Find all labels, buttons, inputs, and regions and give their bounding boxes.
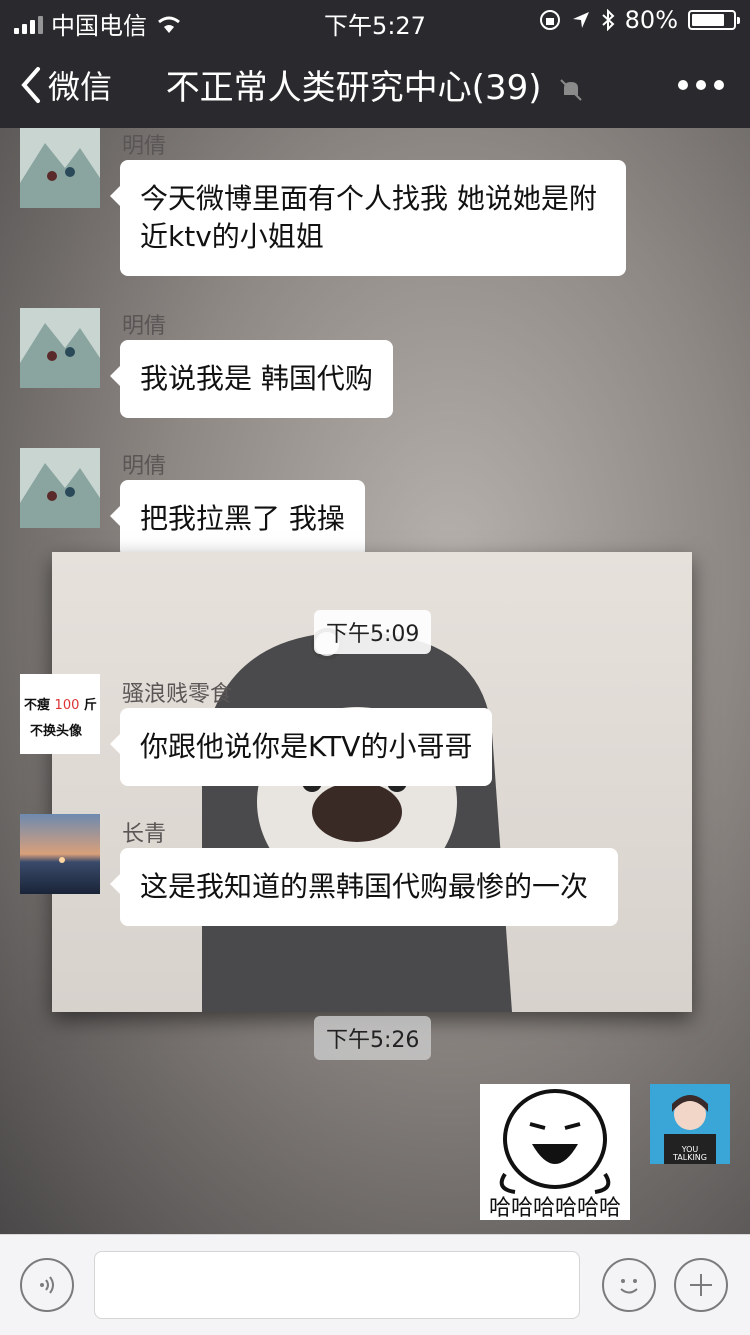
self-avatar[interactable]: YOU TALKING [650, 1084, 730, 1164]
avatar-mingqian[interactable] [20, 128, 100, 208]
voice-button[interactable] [20, 1258, 74, 1312]
sender-name: 明倩 [122, 314, 167, 339]
input-bar [0, 1234, 750, 1335]
chat-title: 不正常人类研究中心(39) [0, 60, 750, 109]
sender-name: 明倩 [122, 134, 167, 159]
message-bubble[interactable]: 这是我知道的黑韩国代购最惨的一次 [110, 848, 618, 926]
avatar-mingqian[interactable] [20, 448, 100, 528]
emoji-button[interactable] [602, 1258, 656, 1312]
message-bubble[interactable]: 我说我是 韩国代购 [110, 340, 393, 418]
status-bar: 中国电信 下午5:27 80% [0, 0, 750, 40]
sticker-caption: 哈哈哈哈哈哈 [488, 1196, 621, 1221]
message-input[interactable] [94, 1251, 580, 1319]
plus-icon [690, 1274, 712, 1296]
more-button[interactable] [678, 80, 724, 90]
avatar-changqing[interactable] [20, 814, 100, 894]
sender-name: 长青 [122, 822, 167, 847]
avatar-text: 斤 [83, 698, 97, 713]
emoji-icon [620, 1279, 638, 1294]
chat-title-text: 不正常人类研究中心(39) [165, 68, 542, 108]
orientation-lock-icon [539, 10, 560, 30]
mute-bell-icon [560, 78, 583, 101]
sender-name: 骚浪贱零食 [122, 682, 233, 707]
nav-bar: 微信 不正常人类研究中心(39) [0, 40, 750, 128]
timestamp-label: 下午5:09 [314, 610, 432, 654]
voice-icon [40, 1276, 54, 1294]
avatar-saolang[interactable]: 不瘦 100 斤 不换头像 [20, 674, 100, 754]
bluetooth-icon [601, 9, 615, 31]
location-icon [572, 12, 589, 28]
avatar-text: 100 [54, 698, 80, 713]
battery-percent: 80% [624, 6, 678, 34]
message-bubble[interactable]: 把我拉黑了 我操 [110, 480, 365, 558]
sticker-image[interactable]: 哈哈哈哈哈哈 [480, 1084, 630, 1221]
message-bubble[interactable]: 今天微博里面有个人找我 她说她是附近ktv的小姐姐 [110, 160, 626, 276]
battery-icon [688, 10, 740, 30]
self-avatar-text: YOU TALKING [673, 1145, 707, 1162]
add-button[interactable] [674, 1258, 728, 1312]
avatar-text: 不瘦 [24, 698, 51, 713]
message-bubble[interactable]: 你跟他说你是KTV的小哥哥 [109, 708, 493, 786]
chat-area[interactable]: 明倩 今天微博里面有个人找我 她说她是附近ktv的小姐姐 明倩 我说我是 韩国代… [0, 128, 750, 1234]
avatar-mingqian[interactable] [20, 308, 100, 388]
laughing-face-sticker [499, 1089, 611, 1194]
timestamp-label: 下午5:26 [314, 1016, 432, 1060]
avatar-text: 不换头像 [30, 724, 83, 739]
sender-name: 明倩 [122, 454, 167, 479]
